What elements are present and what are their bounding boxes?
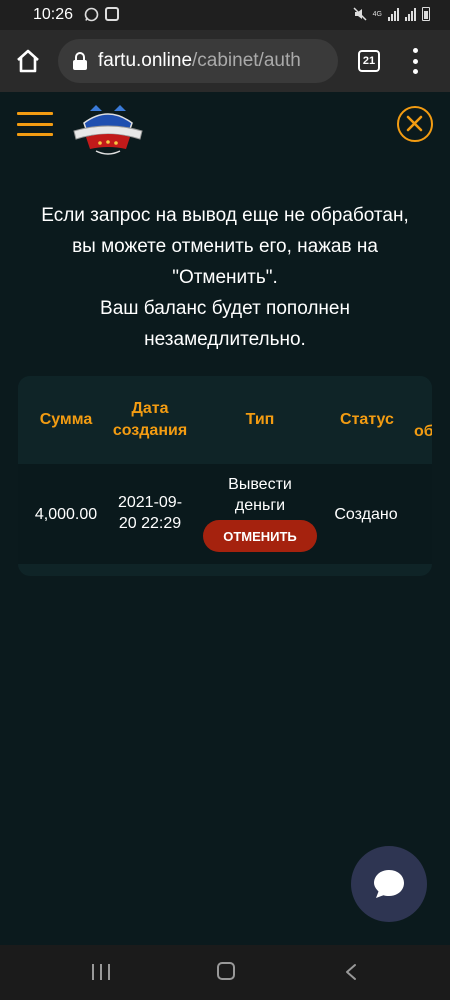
home-nav-icon[interactable] xyxy=(217,962,235,980)
lock-icon xyxy=(73,52,87,70)
notification-icons xyxy=(84,7,119,22)
cancel-withdrawal-button[interactable]: ОТМЕНИТЬ xyxy=(203,520,317,552)
system-navigation-bar xyxy=(0,945,450,1000)
info-line: незамедлительно. xyxy=(144,329,306,350)
url-path: /cabinet/auth xyxy=(192,50,301,71)
browser-menu-icon[interactable] xyxy=(410,48,420,74)
close-button[interactable] xyxy=(397,106,433,142)
withdrawal-info-text: Если запрос на вывод еще не обработан, в… xyxy=(0,200,450,355)
home-icon[interactable] xyxy=(15,48,41,74)
download-icon xyxy=(105,7,119,21)
hamburger-icon[interactable] xyxy=(17,112,53,136)
chat-bubble-icon xyxy=(374,870,404,898)
close-icon xyxy=(406,115,423,132)
battery-icon xyxy=(422,7,430,21)
info-line: "Отменить". xyxy=(172,267,278,288)
address-bar[interactable]: fartu.online/cabinet/auth xyxy=(58,39,338,83)
table-header: Сумма Дата создания Тип Статус об xyxy=(18,376,432,464)
whatsapp-icon xyxy=(84,7,99,22)
header-more: об xyxy=(414,423,432,440)
tab-switcher-button[interactable]: 21 xyxy=(358,50,380,72)
signal-icon xyxy=(388,7,399,21)
info-line: Ваш баланс будет пополнен xyxy=(100,298,350,319)
mute-icon xyxy=(353,7,367,21)
url-domain: fartu.online xyxy=(98,50,193,71)
withdrawals-table: Сумма Дата создания Тип Статус об 4,000.… xyxy=(18,376,432,576)
header-date: Дата создания xyxy=(112,400,188,439)
cell-date: 2021-09-20 22:29 xyxy=(117,494,183,532)
system-status-icons: 4G xyxy=(353,7,430,21)
info-line: вы можете отменить его, нажав на xyxy=(72,236,378,257)
header-amount: Сумма xyxy=(39,411,93,428)
back-icon[interactable] xyxy=(344,963,358,981)
browser-toolbar: fartu.online/cabinet/auth 21 xyxy=(0,30,450,92)
cell-amount: 4,000.00 xyxy=(34,506,98,523)
info-line: Если запрос на вывод еще не обработан, xyxy=(41,205,409,226)
status-time: 10:26 xyxy=(33,6,74,23)
network-type-label: 4G xyxy=(372,10,382,18)
signal-icon-2 xyxy=(405,7,416,21)
cell-type: Вывести деньги xyxy=(228,476,292,514)
chat-button[interactable] xyxy=(351,846,427,922)
cell-status: Создано xyxy=(334,506,398,523)
url-text: fartu.online/cabinet/auth xyxy=(98,50,301,72)
status-bar: 10:26 4G xyxy=(0,0,450,30)
recents-icon[interactable] xyxy=(92,964,110,980)
header-status: Статус xyxy=(340,411,394,428)
header-type: Тип xyxy=(245,411,275,428)
casino-logo[interactable] xyxy=(70,101,146,157)
